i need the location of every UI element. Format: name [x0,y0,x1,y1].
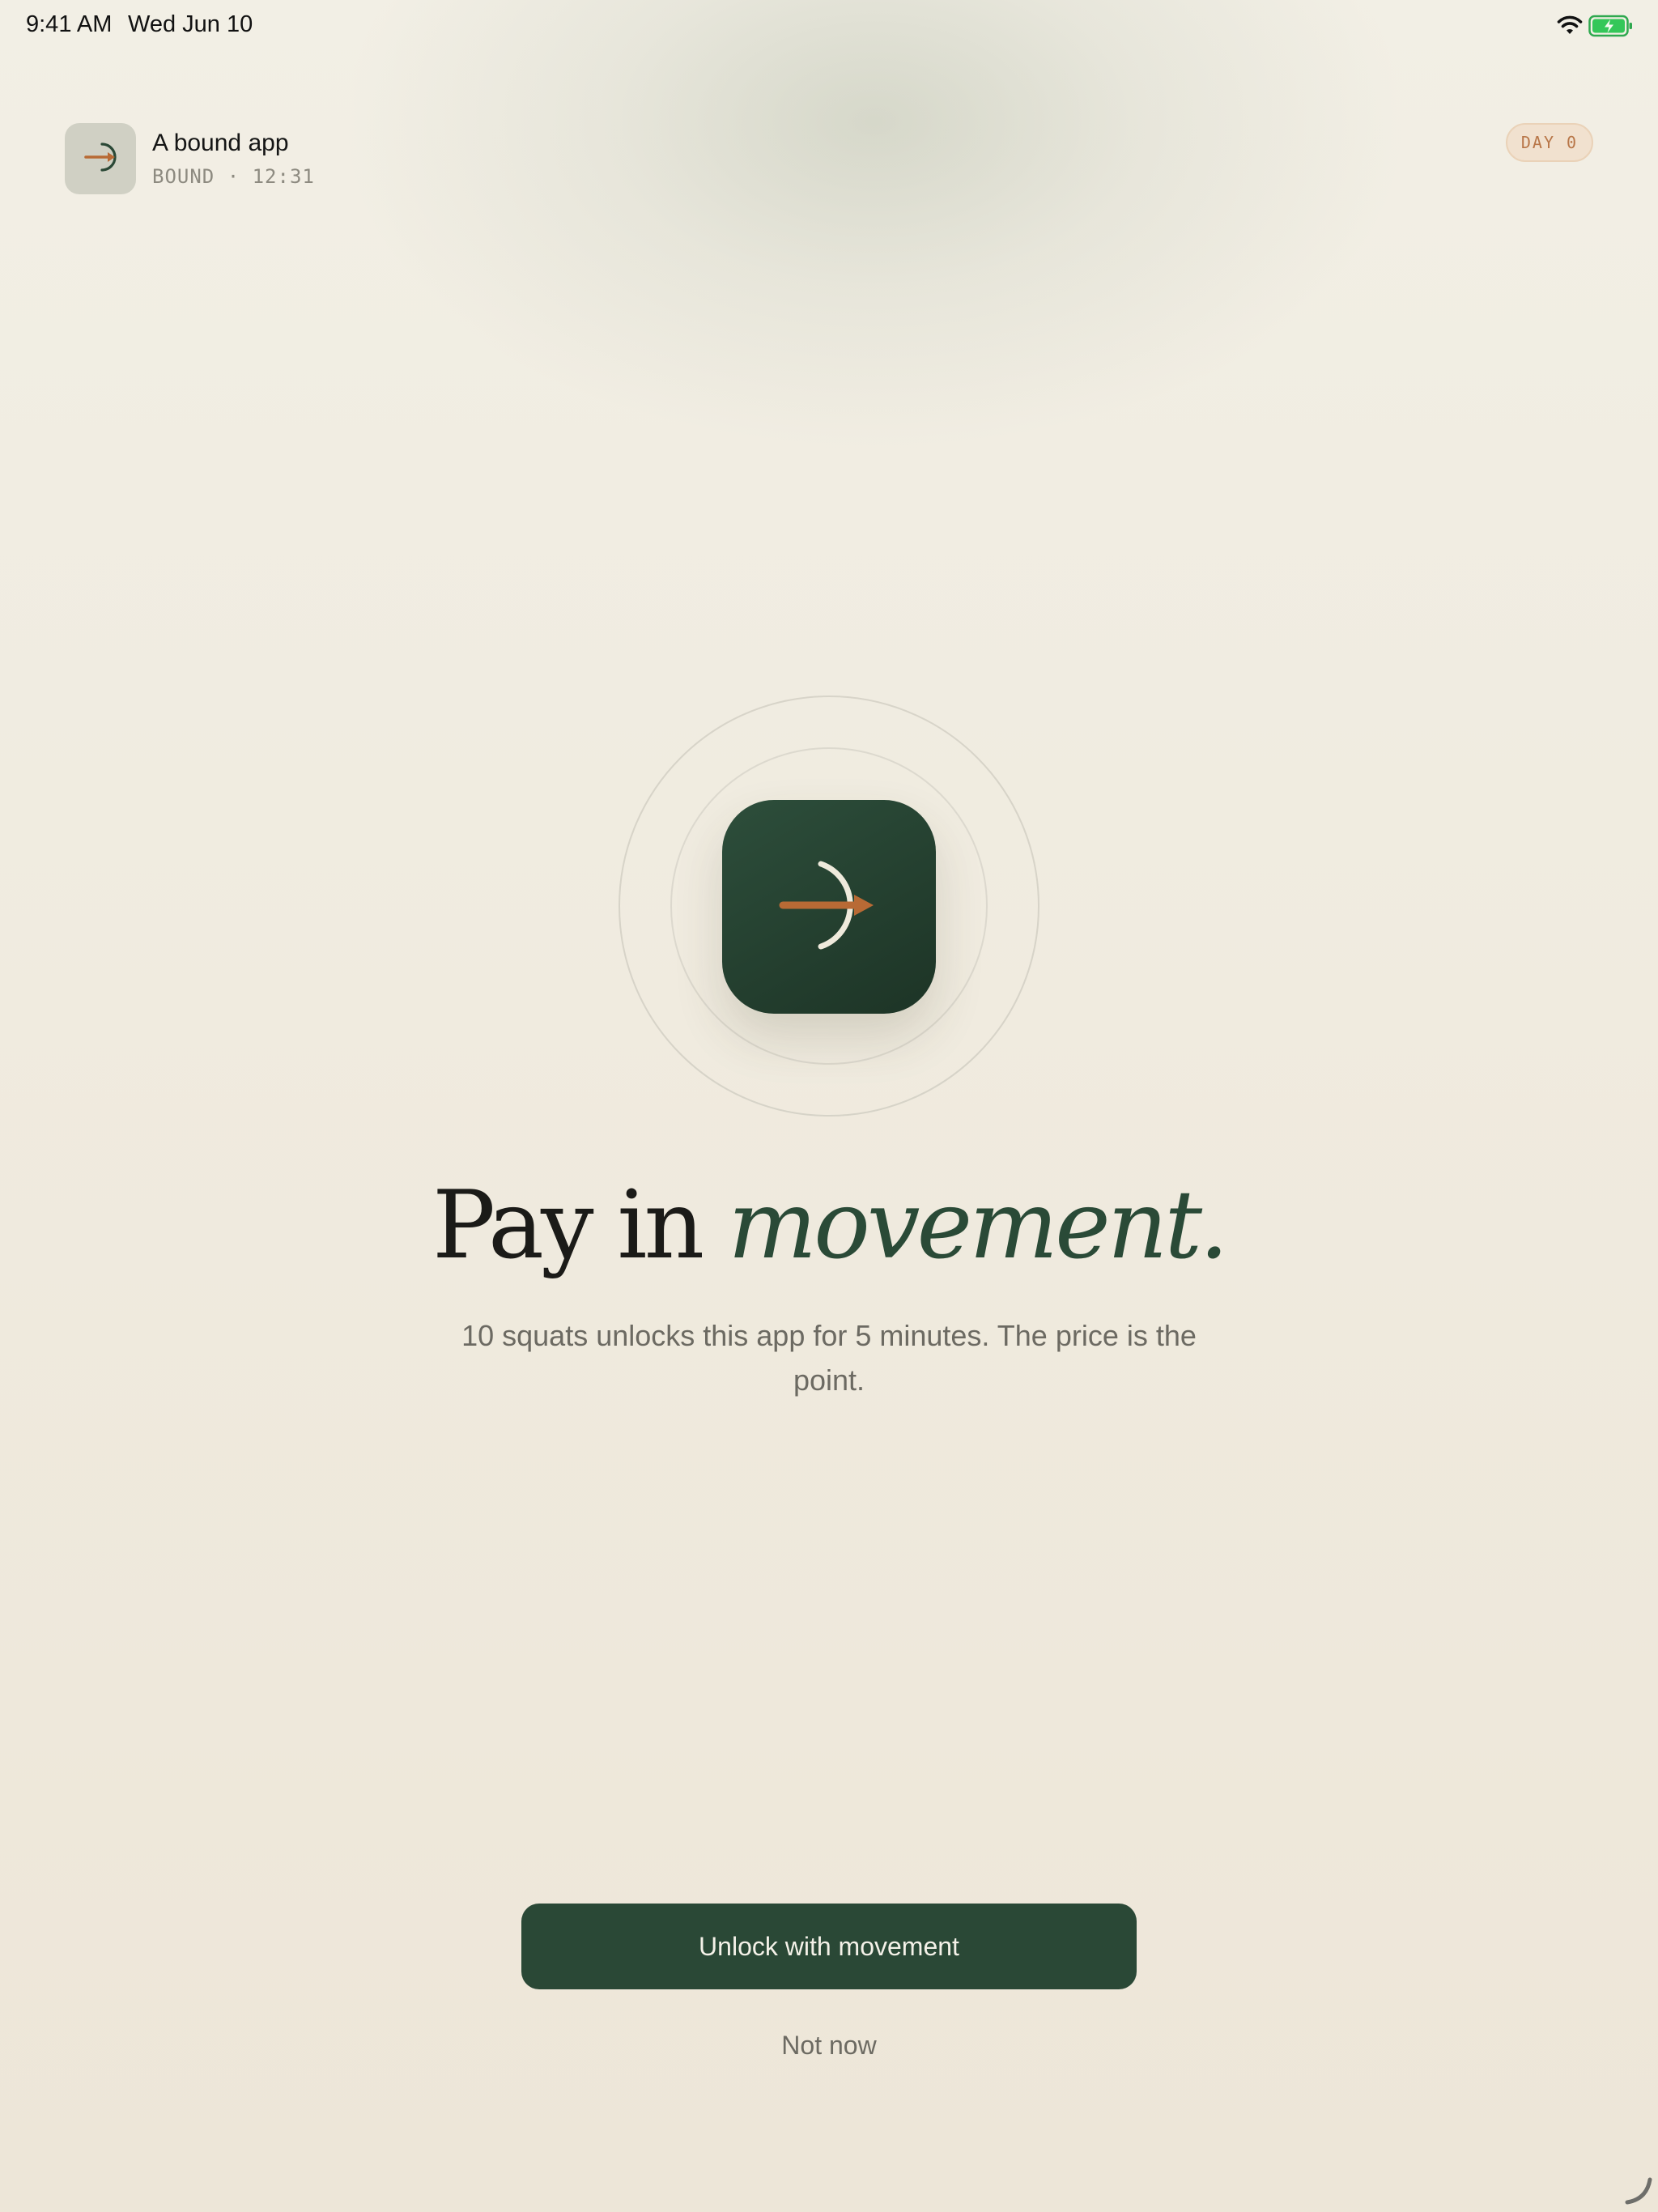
headline-accent: movement. [728,1171,1229,1280]
arrow-right-icon [83,139,118,179]
not-now-button[interactable]: Not now [729,2031,929,2071]
bound-app-icon [65,123,136,194]
bound-arrow-logo-icon [776,853,882,962]
subtitle: 10 squats unlocks this app for 5 minutes… [461,1319,1197,1397]
app-meta: BOUND · 12:31 [152,165,315,188]
wifi-icon [1556,15,1584,36]
resize-handle-icon[interactable] [1622,2173,1655,2206]
app-name: A bound app [152,130,289,156]
status-date: Wed Jun 10 [128,11,253,37]
headline-plain: Pay in [432,1171,704,1280]
status-bar: 9:41 AM Wed Jun 10 [0,0,1658,52]
hero-app-icon [722,800,936,1014]
unlock-with-movement-button[interactable]: Unlock with movement [521,1904,1137,1989]
top-background-glow [340,0,1409,453]
battery-charging-icon [1588,15,1634,37]
status-time: 9:41 AM [26,11,113,37]
headline: Pay in movement. [0,1174,1658,1278]
day-badge: DAY 0 [1506,123,1593,162]
